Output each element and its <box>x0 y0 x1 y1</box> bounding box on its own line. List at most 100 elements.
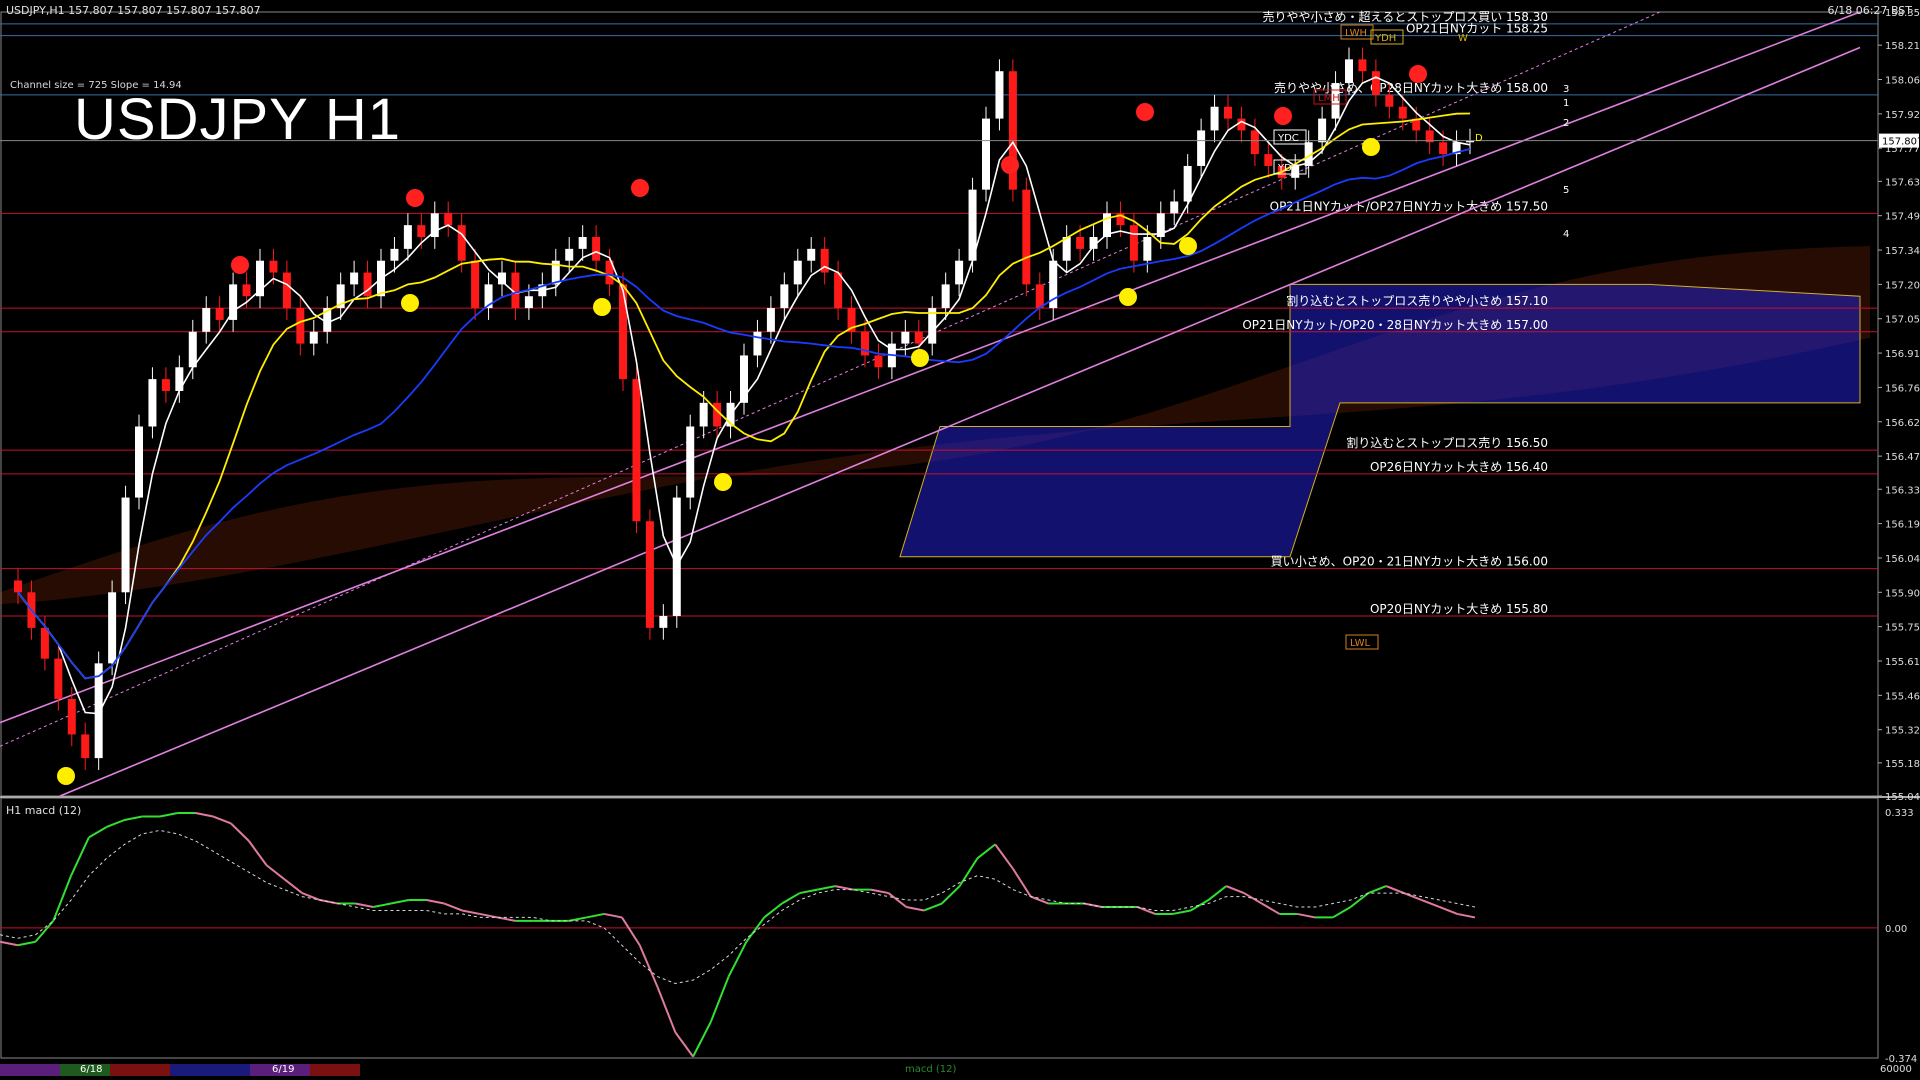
y-tick-label: 155.465 <box>1885 691 1920 702</box>
macd-segment <box>906 906 925 912</box>
marker-label: LWL <box>1350 638 1371 649</box>
candle-body <box>309 331 318 344</box>
macd-segment <box>1349 892 1369 908</box>
fractal-marker-icon <box>231 256 249 274</box>
y-tick-label: 155.610 <box>1885 657 1920 668</box>
candle-body <box>1371 71 1380 95</box>
fractal-marker-icon <box>631 179 649 197</box>
candle-body <box>659 615 668 628</box>
y-tick-label: 157.920 <box>1885 110 1920 121</box>
level-label: OP21日NYカット/OP20・28日NYカット大きめ 157.00 <box>1242 318 1548 332</box>
candle-body <box>672 497 681 616</box>
macd-title: H1 macd (12) <box>6 804 82 817</box>
macd-segment <box>247 840 268 866</box>
marker-label: D <box>1475 133 1483 144</box>
macd-segment <box>355 902 374 908</box>
macd-segment <box>426 899 445 905</box>
macd-segment <box>674 1031 694 1058</box>
candle-body <box>148 379 157 427</box>
candle-body <box>1210 106 1219 131</box>
timestamp: 6/18 06:27 BST <box>1827 4 1912 17</box>
candle-body <box>135 426 143 498</box>
y-tick-label: 158.065 <box>1885 76 1920 87</box>
macd-segment <box>265 864 285 880</box>
candle-body <box>901 331 910 344</box>
fractal-marker-icon <box>1179 237 1197 255</box>
marker-label: 5 <box>1563 185 1569 196</box>
macd-segment <box>1172 909 1191 915</box>
fractal-marker-icon <box>911 349 929 367</box>
fractal-marker-icon <box>1119 288 1137 306</box>
candle-body <box>67 698 76 735</box>
macd-segment <box>159 812 178 818</box>
candle-body <box>188 331 197 368</box>
macd-segment <box>887 892 907 908</box>
macd-segment <box>1439 906 1458 915</box>
macd-segment <box>976 843 996 860</box>
candle-body <box>282 272 291 309</box>
macd-segment <box>958 857 979 887</box>
marker-label: YDC <box>1277 133 1299 144</box>
marker-label: LWH <box>1345 28 1367 39</box>
level-label: 売りやや小さめ、OP28日NYカット大きめ 158.00 <box>1274 80 1548 95</box>
y-tick-label: 155.040 <box>1885 792 1920 803</box>
candle-body <box>632 379 641 522</box>
macd-segment <box>621 916 641 946</box>
level-label: OP26日NYカット大きめ 156.40 <box>1370 460 1548 474</box>
macd-segment <box>301 892 321 901</box>
macd-segment <box>799 888 818 895</box>
macd-segment <box>604 912 623 919</box>
marker-label: 2 <box>1563 118 1569 129</box>
macd-segment <box>870 888 889 895</box>
fractal-marker-icon <box>1362 138 1380 156</box>
price-chart[interactable]: 158.350158.210158.065157.920157.775157.6… <box>0 0 1920 1080</box>
macd-segment <box>994 843 1014 870</box>
macd-segment <box>835 885 854 891</box>
candle-body <box>54 658 63 699</box>
macd-segment <box>1332 906 1352 919</box>
macd-tag: macd (12) <box>905 1064 957 1075</box>
macd-segment <box>319 899 338 905</box>
y-tick-label: 156.765 <box>1885 383 1920 394</box>
candle-body <box>619 284 627 380</box>
macd-segment <box>497 916 516 922</box>
candle-body <box>81 734 90 759</box>
candle-body <box>457 225 466 261</box>
macd-segment <box>373 902 392 908</box>
macd-tick-label: 0.00 <box>1885 924 1907 935</box>
level-label: OP21日NYカット 158.25 <box>1406 22 1548 36</box>
macd-segment <box>1190 899 1209 912</box>
macd-segment <box>461 909 481 915</box>
candle-body <box>1170 201 1179 214</box>
session-segment <box>110 1064 170 1076</box>
candle-body <box>471 260 480 309</box>
candle-body <box>1358 59 1367 72</box>
candle-body <box>565 248 574 261</box>
session-segment <box>0 1064 60 1076</box>
marker-label: W <box>1458 33 1468 44</box>
y-tick-label: 155.320 <box>1885 726 1920 737</box>
macd-segment <box>1403 892 1423 901</box>
candle-body <box>686 426 695 498</box>
candle-body <box>202 308 211 332</box>
macd-segment <box>34 920 55 943</box>
candle-body <box>403 225 412 249</box>
chart-title: USDJPY H1 <box>74 87 402 152</box>
macd-segment <box>1083 902 1102 908</box>
macd-segment <box>52 875 73 922</box>
candle-body <box>417 225 426 238</box>
candle-body <box>1385 94 1394 107</box>
candle-body <box>161 379 170 391</box>
candle-body <box>350 272 359 285</box>
macd-segment <box>1457 912 1476 919</box>
macd-segment <box>941 885 961 905</box>
session-segment <box>170 1064 250 1076</box>
fractal-marker-icon <box>1274 107 1292 125</box>
candle-body <box>1398 106 1407 119</box>
macd-segment <box>656 986 677 1033</box>
fractal-marker-icon <box>401 294 419 312</box>
y-tick-label: 157.200 <box>1885 280 1920 291</box>
macd-segment <box>745 916 765 943</box>
marker-label: 1 <box>1563 98 1569 109</box>
marker-label: LMH <box>1318 93 1340 104</box>
